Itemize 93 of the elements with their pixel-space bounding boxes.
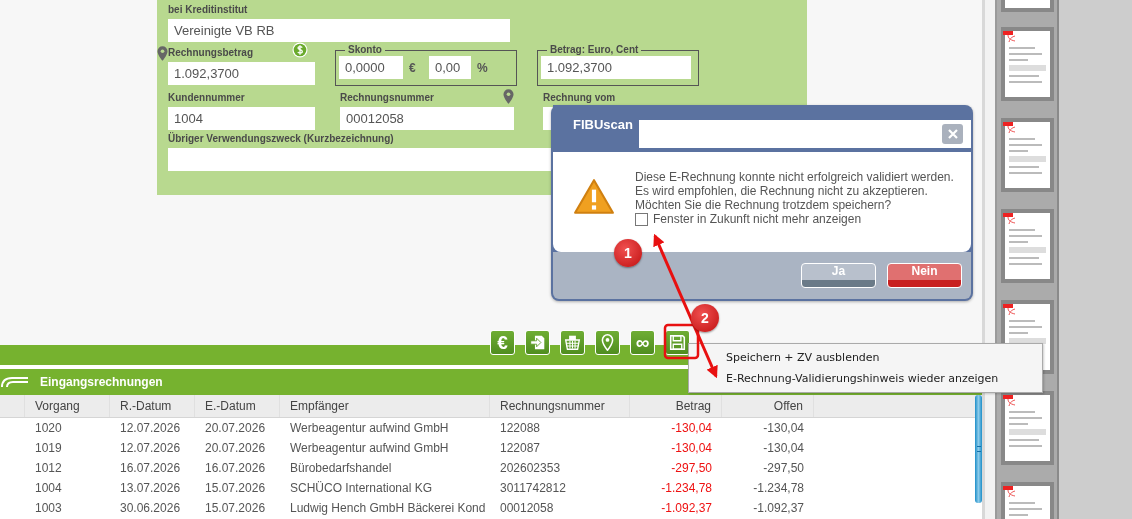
table-cell-text: 00012058 bbox=[499, 500, 555, 517]
checkbox[interactable] bbox=[635, 212, 648, 226]
document-thumbnail[interactable] bbox=[1001, 27, 1054, 101]
table-cell-text: 15.07.2026 bbox=[204, 480, 267, 497]
table-cell-text: Werbeagentur aufwind GmbH bbox=[289, 420, 450, 437]
dialog-message: Möchten Sie die Rechnung trotzdem speichern? bbox=[635, 198, 893, 212]
section-title: Eingangsrechnungen bbox=[40, 375, 163, 389]
menu-item[interactable]: E-Rechnung-Validierungshinweis wieder anzeigen bbox=[689, 368, 1042, 389]
customer-number-field[interactable]: 1004 bbox=[168, 107, 315, 130]
column-header[interactable]: Betrag bbox=[630, 395, 722, 417]
table-cell-text: -1.234,78 bbox=[752, 480, 805, 497]
discount-amount-field[interactable]: 0,0000 bbox=[339, 56, 403, 79]
pdf-icon bbox=[1003, 304, 1017, 316]
field-label: bei Kreditinstitut bbox=[168, 3, 249, 17]
column-header[interactable]: Offen bbox=[722, 395, 814, 417]
pdf-icon bbox=[1003, 486, 1017, 498]
document-thumbnail[interactable] bbox=[1001, 391, 1054, 465]
field-label: Rechnungsbetrag bbox=[168, 46, 253, 60]
warning-icon bbox=[573, 178, 615, 216]
table-cell-text: 1019 bbox=[34, 440, 63, 457]
table-cell-text: 20.07.2026 bbox=[204, 440, 267, 457]
euro-amount-field[interactable]: 1.092,3700 bbox=[541, 56, 691, 79]
currency-sign: € bbox=[409, 60, 417, 75]
map-pin-icon[interactable] bbox=[157, 45, 168, 61]
table-cell-text: 1003 bbox=[34, 500, 63, 517]
pdf-icon bbox=[1003, 213, 1017, 225]
group-legend: Betrag: Euro, Cent bbox=[547, 44, 642, 56]
table-cell-text: -130,04 bbox=[670, 420, 713, 437]
table-cell-text: -297,50 bbox=[762, 460, 805, 477]
table-cell-text: Bürobedarfshandel bbox=[289, 460, 393, 477]
checkbox-label[interactable]: Fenster in Zukunft nicht mehr anzeigen bbox=[653, 212, 862, 226]
basket-button[interactable] bbox=[560, 330, 585, 355]
map-pin-icon[interactable] bbox=[503, 88, 514, 104]
table-cell-text: -297,50 bbox=[670, 460, 713, 477]
table-cell-text: -1.092,37 bbox=[752, 500, 805, 517]
bank-field[interactable]: Vereinigte VB RB bbox=[168, 19, 510, 42]
table-cell-text: 1020 bbox=[34, 420, 63, 437]
table-cell-text: 122088 bbox=[499, 420, 542, 437]
dialog-message: Es wird empfohlen, die Rechnung nicht zu akzeptieren. bbox=[635, 184, 929, 198]
field-label: Rechnungsnummer bbox=[340, 91, 434, 105]
table-cell-text: Werbeagentur aufwind GmbH bbox=[289, 440, 450, 457]
export-button[interactable] bbox=[525, 330, 550, 355]
floppy-disk-icon bbox=[669, 334, 686, 351]
percent-sign: % bbox=[477, 60, 489, 75]
pdf-icon bbox=[1003, 122, 1017, 134]
dialog-message: Diese E-Rechnung konnte nicht erfolgreich validiert werden. bbox=[635, 170, 954, 184]
table-cell-text: 30.06.2026 bbox=[119, 500, 182, 517]
table-cell-text: 20.07.2026 bbox=[204, 420, 267, 437]
field-label: Rechnung vom bbox=[543, 91, 617, 105]
amount-field[interactable]: 1.092,3700 bbox=[168, 62, 315, 85]
table-cell-text: Ludwig Hench GmbH Bäckerei Kond bbox=[289, 500, 487, 517]
table-cell-text: -1.092,37 bbox=[660, 500, 713, 517]
table-cell-text: 1012 bbox=[34, 460, 63, 477]
pdf-icon bbox=[1003, 31, 1017, 43]
group-legend: Skonto bbox=[345, 44, 385, 56]
table-cell-text: 12.07.2026 bbox=[119, 440, 182, 457]
highlight-frame bbox=[663, 323, 700, 360]
table-cell-text: -130,04 bbox=[762, 440, 805, 457]
map-pin-icon bbox=[599, 334, 616, 351]
table-cell-text: 16.07.2026 bbox=[204, 460, 267, 477]
table-cell-text: 202602353 bbox=[499, 460, 562, 477]
table-cell-text: 122087 bbox=[499, 440, 542, 457]
table-cell-text: SCHÜCO International KG bbox=[289, 480, 434, 497]
table-cell-text: 16.07.2026 bbox=[119, 460, 182, 477]
column-header[interactable]: E.-Datum bbox=[195, 395, 280, 417]
table-cell-text: -130,04 bbox=[670, 440, 713, 457]
column-header[interactable]: Rechnungsnummer bbox=[490, 395, 630, 417]
field-label: Kundennummer bbox=[168, 91, 246, 105]
close-icon bbox=[946, 128, 959, 140]
table-cell-text: 3011742812 bbox=[499, 480, 567, 497]
column-header[interactable]: R.-Datum bbox=[110, 395, 195, 417]
table-cell-text: 13.07.2026 bbox=[119, 480, 182, 497]
column-header[interactable]: Empfänger bbox=[280, 395, 490, 417]
invoice-number-field[interactable]: 00012058 bbox=[340, 107, 514, 130]
table-cell-text: 12.07.2026 bbox=[119, 420, 182, 437]
close-button[interactable] bbox=[942, 124, 963, 144]
table-cell-text: -130,04 bbox=[762, 420, 805, 437]
discount-percent-field[interactable]: 0,00 bbox=[429, 56, 471, 79]
table-cell-text: 15.07.2026 bbox=[204, 500, 267, 517]
document-arrow-icon bbox=[529, 334, 546, 351]
pin-button[interactable] bbox=[595, 330, 620, 355]
menu-item[interactable]: Speichern + ZV ausblenden bbox=[689, 347, 1042, 368]
pdf-icon bbox=[1003, 395, 1017, 407]
scrollbar[interactable] bbox=[975, 395, 982, 503]
table-cell-text: -1.234,78 bbox=[660, 480, 713, 497]
lines-icon bbox=[0, 376, 28, 388]
document-thumbnail[interactable] bbox=[1001, 209, 1054, 283]
basket-icon bbox=[564, 334, 581, 351]
field-label: Übriger Verwendungszweck (Kurzbezeichnung) bbox=[168, 132, 395, 146]
dollar-coin-icon[interactable] bbox=[292, 42, 308, 58]
document-thumbnail[interactable] bbox=[1001, 118, 1054, 192]
table-cell-text: 1004 bbox=[34, 480, 63, 497]
column-header[interactable]: Vorgang bbox=[25, 395, 110, 417]
